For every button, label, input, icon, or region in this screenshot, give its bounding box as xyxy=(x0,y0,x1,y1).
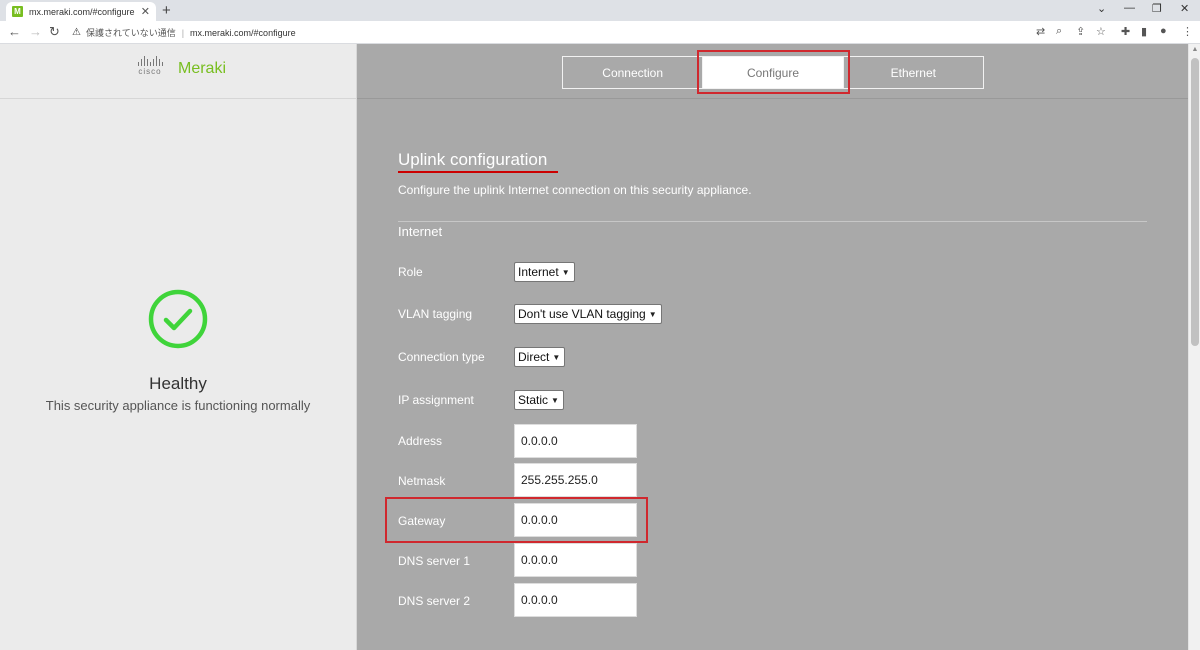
dns-server-2-label: DNS server 2 xyxy=(398,594,471,608)
chevron-down-icon: ▼ xyxy=(648,309,657,319)
url-text: mx.meraki.com/#configure xyxy=(190,27,296,38)
minimize-icon[interactable]: — xyxy=(1124,2,1135,14)
window-close-icon[interactable]: ✕ xyxy=(1180,2,1189,15)
vlan-tagging-select-value: Don't use VLAN tagging xyxy=(518,307,646,321)
ip-assignment-select-value: Static xyxy=(518,393,549,407)
role-label: Role xyxy=(398,265,423,279)
netmask-input[interactable]: 255.255.255.0 xyxy=(514,463,637,497)
address-label: Address xyxy=(398,434,443,448)
share-icon[interactable]: ⇪ xyxy=(1076,25,1085,38)
page-description: Configure the uplink Internet connection… xyxy=(398,183,752,197)
page-title: Uplink configuration xyxy=(398,150,548,169)
browser-toolbar: ← → ↻ ⚠ 保護されていない通信 | mx.meraki.com/#conf… xyxy=(0,21,1200,44)
warning-icon: ⚠ xyxy=(72,27,81,38)
omnibox-separator: | xyxy=(181,27,185,38)
new-tab-icon[interactable]: + xyxy=(162,2,171,19)
netmask-label: Netmask xyxy=(398,474,446,488)
restore-icon[interactable]: ❐ xyxy=(1152,2,1162,15)
connection-type-select-value: Direct xyxy=(518,350,550,364)
cisco-wordmark: cisco xyxy=(138,67,162,76)
chevron-down-icon: ▼ xyxy=(552,352,561,362)
reload-icon[interactable]: ↻ xyxy=(49,24,60,40)
security-status-text: 保護されていない通信 xyxy=(85,28,176,38)
scroll-up-arrow-icon[interactable]: ▲ xyxy=(1189,46,1200,53)
meraki-favicon-icon: M xyxy=(12,6,23,17)
translate-icon[interactable]: ⇄ xyxy=(1036,25,1045,38)
healthy-check-icon xyxy=(148,289,208,349)
health-status-description: This security appliance is functioning n… xyxy=(45,398,311,413)
browser-tab[interactable]: M mx.meraki.com/#configure ✕ xyxy=(6,2,156,21)
profile-avatar-icon[interactable]: ● xyxy=(1160,25,1167,37)
role-select[interactable]: Internet ▼ xyxy=(514,262,575,282)
browser-tabstrip: M mx.meraki.com/#configure ✕ + ⌄ — ❐ ✕ xyxy=(0,0,1200,21)
meraki-wordmark: Meraki xyxy=(178,60,227,77)
subsection-title: Internet xyxy=(398,224,443,239)
extensions-icon[interactable]: ✚ xyxy=(1121,25,1130,38)
role-select-value: Internet xyxy=(518,265,559,279)
address-input[interactable]: 0.0.0.0 xyxy=(514,424,637,458)
tab-search-chevron-icon[interactable]: ⌄ xyxy=(1097,2,1106,15)
bookmark-star-icon[interactable]: ☆ xyxy=(1096,25,1106,38)
tabs-header: Connection Configure Ethernet xyxy=(357,44,1188,99)
tab-ethernet[interactable]: Ethernet xyxy=(842,57,983,88)
ip-assignment-select[interactable]: Static ▼ xyxy=(514,390,564,410)
chevron-down-icon: ▼ xyxy=(551,395,559,405)
ip-assignment-label: IP assignment xyxy=(398,393,474,407)
connection-type-select[interactable]: Direct ▼ xyxy=(514,347,566,367)
title-underline xyxy=(398,171,558,173)
dns-server-1-input[interactable]: 0.0.0.0 xyxy=(514,543,637,577)
address-bar[interactable]: ⚠ 保護されていない通信 | mx.meraki.com/#configure xyxy=(72,24,296,41)
dns-server-2-input[interactable]: 0.0.0.0 xyxy=(514,583,637,617)
gateway-highlight xyxy=(385,497,648,543)
status-sidebar: cisco Meraki Healthy This security appli… xyxy=(0,44,357,650)
cisco-logo: cisco xyxy=(131,56,169,76)
dns-server-1-label: DNS server 1 xyxy=(398,554,471,568)
vlan-tagging-label: VLAN tagging xyxy=(398,307,473,321)
back-icon[interactable]: ← xyxy=(8,24,21,39)
cisco-bars-icon xyxy=(131,56,169,66)
zoom-icon[interactable]: ⌕ xyxy=(1056,25,1062,38)
scrollbar-thumb[interactable] xyxy=(1191,58,1199,346)
vlan-tagging-select[interactable]: Don't use VLAN tagging ▼ xyxy=(514,304,662,324)
configure-tab-highlight xyxy=(697,50,850,94)
chevron-down-icon: ▼ xyxy=(561,267,570,277)
page-scrollbar[interactable]: ▲ xyxy=(1188,44,1200,650)
forward-icon[interactable]: → xyxy=(29,24,42,39)
tab-connection[interactable]: Connection xyxy=(563,57,702,88)
configuration-panel: Connection Configure Ethernet Uplink con… xyxy=(357,44,1188,650)
logo-bar: cisco Meraki xyxy=(0,44,356,99)
browser-tab-title: mx.meraki.com/#configure xyxy=(29,6,135,17)
tab-close-icon[interactable]: ✕ xyxy=(141,5,150,18)
connection-type-label: Connection type xyxy=(398,350,485,364)
browser-menu-icon[interactable]: ⋮ xyxy=(1182,25,1193,38)
section-divider xyxy=(398,221,1147,222)
health-status-title: Healthy xyxy=(149,374,207,393)
side-panel-icon[interactable]: ▮ xyxy=(1141,25,1147,38)
